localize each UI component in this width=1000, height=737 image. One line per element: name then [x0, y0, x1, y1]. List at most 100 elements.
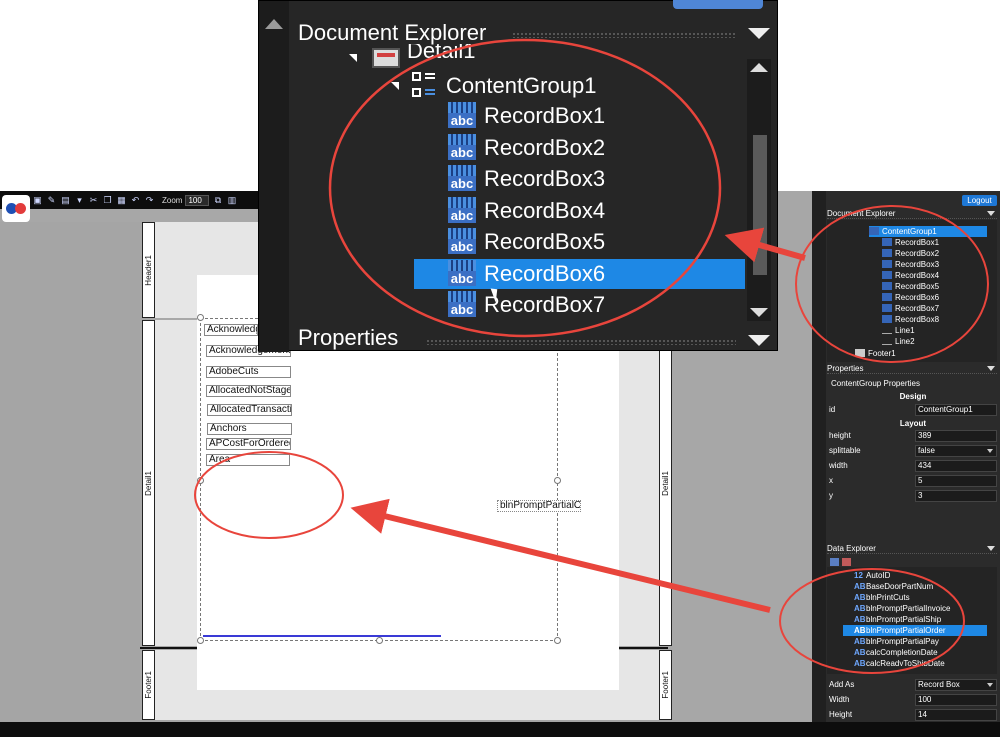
edit-icon[interactable]: [830, 558, 839, 566]
data-field-item[interactable]: ABblnPromptPartialPay: [854, 636, 939, 647]
cut-icon[interactable]: ✂: [88, 195, 99, 206]
right-panel-scrollbar[interactable]: [812, 191, 826, 722]
data-field-item[interactable]: ABblnPromptPartialInvoice: [854, 603, 950, 614]
content-group-icon: [412, 72, 436, 100]
preview-icon[interactable]: ⧉: [212, 195, 223, 206]
record-box-field[interactable]: Area: [206, 454, 290, 466]
prop-height-input[interactable]: 389: [915, 430, 997, 442]
scroll-down-icon[interactable]: [750, 308, 768, 317]
properties-header[interactable]: Properties: [827, 363, 997, 374]
zoom-tree-node-contentgroup[interactable]: ContentGroup1: [446, 71, 596, 101]
resize-handle[interactable]: [554, 477, 561, 484]
resize-handle[interactable]: [554, 637, 561, 644]
tree-node-recordbox[interactable]: RecordBox7: [882, 303, 939, 314]
grid-icon[interactable]: ▥: [226, 195, 237, 206]
scroll-up-icon[interactable]: [750, 63, 768, 72]
recordbox-icon: abc: [448, 134, 476, 160]
header-band-label[interactable]: Header1: [142, 222, 155, 318]
redo-icon[interactable]: ↷: [144, 195, 155, 206]
undo-icon[interactable]: ↶: [130, 195, 141, 206]
tree-node-contentgroup[interactable]: ContentGroup1: [869, 226, 987, 237]
zoom-tree-node-recordbox[interactable]: abc RecordBox3: [448, 164, 605, 194]
data-field-item[interactable]: ABcalcCompletionDate: [854, 647, 938, 658]
record-box-field[interactable]: AllocatedNotStage: [206, 385, 291, 397]
prop-x-input[interactable]: 5: [915, 475, 997, 487]
collapse-icon[interactable]: [987, 366, 995, 371]
resize-handle[interactable]: [197, 314, 204, 321]
link-icon[interactable]: [842, 558, 851, 566]
add-as-select[interactable]: Record Box: [915, 679, 997, 691]
data-field-item[interactable]: 12 AutoID: [854, 570, 890, 581]
tree-node-line[interactable]: Line1: [882, 325, 915, 336]
resize-handle[interactable]: [197, 477, 204, 484]
prop-id-input[interactable]: ContentGroup1: [915, 404, 997, 416]
zoom-tree-node-recordbox[interactable]: abc RecordBox7: [448, 290, 605, 320]
collapse-icon[interactable]: [748, 28, 770, 39]
zoom-left-scrollbar[interactable]: [259, 1, 289, 352]
resize-handle[interactable]: [197, 637, 204, 644]
tree-node-recordbox[interactable]: RecordBox6: [882, 292, 939, 303]
record-box-field[interactable]: AdobeCuts: [206, 366, 291, 378]
resize-handle[interactable]: [376, 637, 383, 644]
detail-band-label-left[interactable]: Detail1: [142, 320, 155, 646]
scroll-up-icon[interactable]: [265, 19, 283, 29]
scroll-thumb[interactable]: [753, 135, 767, 275]
record-box-field[interactable]: Acknowledg: [204, 324, 258, 336]
record-box-field[interactable]: AllocatedTransacti: [207, 404, 292, 416]
collapse-icon[interactable]: [987, 211, 995, 216]
data-field-item[interactable]: ABcalcReadyToShipDate: [854, 658, 945, 666]
footer-band-label-right[interactable]: Footer1: [659, 650, 672, 720]
logout-button[interactable]: Logout: [962, 195, 997, 206]
zoom-tree-node-recordbox[interactable]: abc RecordBox4: [448, 196, 605, 226]
record-box-field[interactable]: APCostForOrdered: [206, 438, 291, 450]
zoom-top-button[interactable]: [673, 0, 763, 9]
collapse-icon[interactable]: [987, 546, 995, 551]
dropped-record-box[interactable]: blnPromptPartialOr: [497, 500, 581, 512]
footer-band-label-left[interactable]: Footer1: [142, 650, 155, 720]
zoom-tree-node-recordbox-selected[interactable]: abc RecordBox6: [414, 259, 745, 289]
tree-node-recordbox[interactable]: RecordBox2: [882, 248, 939, 259]
document-explorer-header[interactable]: Document Explorer: [827, 208, 997, 219]
tree-node-recordbox[interactable]: RecordBox1: [882, 237, 939, 248]
new-icon[interactable]: ▣: [32, 195, 43, 206]
line-element[interactable]: [203, 635, 441, 637]
prop-y-input[interactable]: 3: [915, 490, 997, 502]
data-field-item-selected[interactable]: ABblnPromptPartialOrder: [843, 625, 987, 636]
expander-icon[interactable]: [391, 82, 399, 90]
data-field-item[interactable]: ABblnPromptPartialShip: [854, 614, 941, 625]
prop-splittable-select[interactable]: false: [915, 445, 997, 457]
zoom-input[interactable]: 100: [185, 194, 210, 206]
zoom-tree-node-recordbox[interactable]: abc RecordBox5: [448, 227, 605, 257]
tree-node-recordbox[interactable]: RecordBox3: [882, 259, 939, 270]
zoom-tree-node-recordbox[interactable]: abc RecordBox2: [448, 133, 605, 163]
add-height-input[interactable]: 14: [915, 709, 997, 721]
line-icon: [882, 330, 892, 334]
zoom-tree-scrollbar[interactable]: [747, 59, 771, 321]
copy-icon[interactable]: ❐: [102, 195, 113, 206]
tree-node-detail[interactable]: Detail1: [407, 44, 475, 64]
zoom-tree-node-recordbox[interactable]: abc RecordBox1: [448, 101, 605, 131]
save-icon[interactable]: ▤: [60, 195, 71, 206]
add-width-input[interactable]: 100: [915, 694, 997, 706]
tree-node-footer[interactable]: Footer1: [855, 348, 896, 359]
tree-node-recordbox[interactable]: RecordBox8: [882, 314, 939, 325]
prop-width-input[interactable]: 434: [915, 460, 997, 472]
prop-row-x: x5: [829, 474, 997, 488]
zoom-properties-header[interactable]: Properties: [298, 325, 778, 351]
dropdown-arrow-icon[interactable]: ▾: [74, 195, 85, 206]
zoom-explorer-header[interactable]: Document Explorer: [298, 18, 778, 48]
expander-icon[interactable]: [349, 54, 357, 62]
tree-node-line[interactable]: Line2: [882, 336, 915, 347]
paste-icon[interactable]: ▦: [116, 195, 127, 206]
header-grip: [426, 339, 736, 345]
record-box-field[interactable]: Anchors: [207, 423, 292, 435]
tree-node-recordbox[interactable]: RecordBox4: [882, 270, 939, 281]
data-field-item[interactable]: ABBaseDoorPartNum: [854, 581, 933, 592]
recordbox-icon: abc: [448, 197, 476, 223]
data-explorer-header[interactable]: Data Explorer: [827, 543, 997, 554]
detail-band-label-right[interactable]: Detail1: [659, 320, 672, 646]
tree-node-recordbox[interactable]: RecordBox5: [882, 281, 939, 292]
data-field-item[interactable]: ABblnPrintCuts: [854, 592, 910, 603]
collapse-icon[interactable]: [748, 335, 770, 346]
edit-icon[interactable]: ✎: [46, 195, 57, 206]
